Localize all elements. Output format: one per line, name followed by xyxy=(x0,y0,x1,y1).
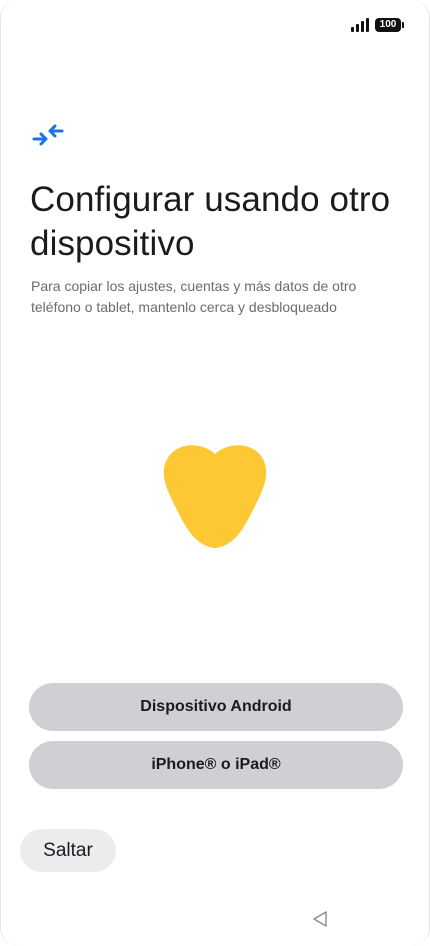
signal-bars-icon xyxy=(351,18,369,32)
skip-label: Saltar xyxy=(43,839,93,861)
android-device-label: Dispositivo Android xyxy=(140,698,292,715)
iphone-ipad-button[interactable]: iPhone® o iPad® xyxy=(29,741,403,789)
page-title: Configurar usando otro dispositivo xyxy=(30,180,391,263)
skip-button[interactable]: Saltar xyxy=(20,829,116,872)
nav-back-triangle-icon[interactable] xyxy=(312,910,328,928)
page-subtitle: Para copiar los ajustes, cuentas y más d… xyxy=(31,278,357,315)
setup-screen: 100 Configurar usando otro dispositivo P… xyxy=(0,0,430,946)
iphone-ipad-label: iPhone® o iPad® xyxy=(151,756,281,773)
status-bar: 100 xyxy=(351,16,404,34)
yellow-heart-shape-illustration xyxy=(163,445,267,548)
android-device-button[interactable]: Dispositivo Android xyxy=(29,683,403,731)
transfer-arrows-icon xyxy=(32,124,64,146)
battery-icon: 100 xyxy=(375,18,404,32)
battery-level: 100 xyxy=(379,19,397,30)
